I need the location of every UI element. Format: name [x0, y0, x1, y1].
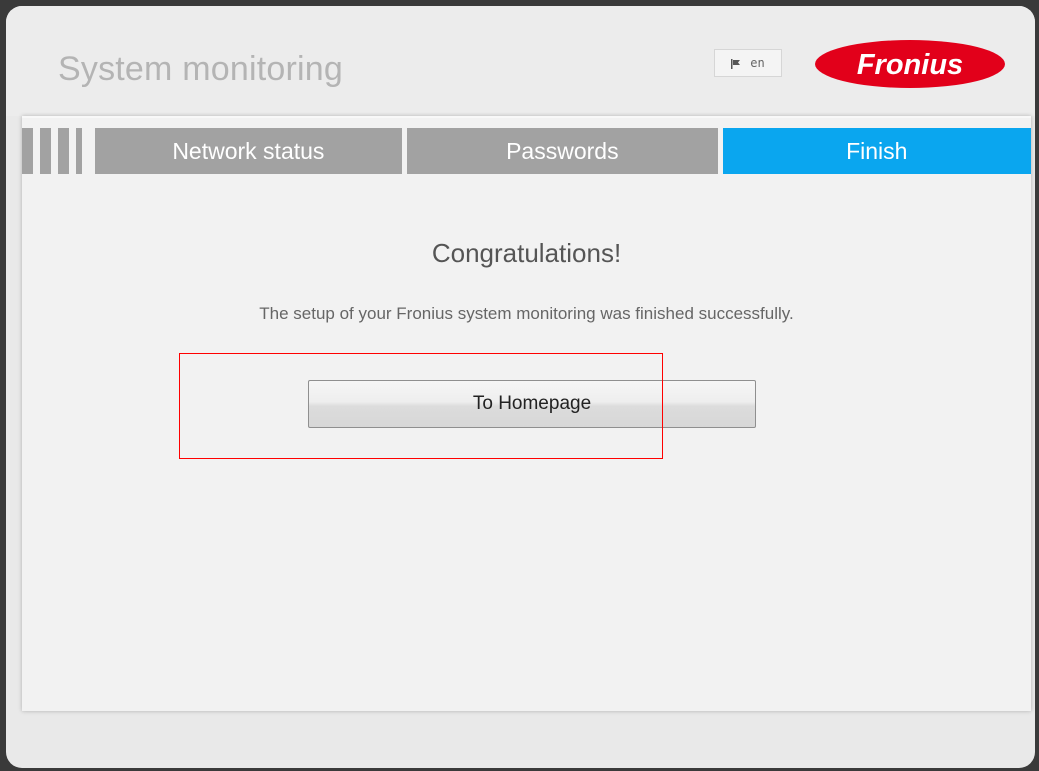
flag-icon: [731, 58, 741, 69]
wizard-stepper: Network status Passwords Finish: [22, 128, 1032, 174]
stripe-decoration: [76, 128, 82, 174]
logo-text: Fronius: [857, 49, 963, 81]
congratulations-heading: Congratulations!: [431, 238, 622, 268]
stripe-decoration: [40, 128, 51, 174]
header: System monitoring en Fronius: [6, 6, 1035, 116]
window-frame: System monitoring en Fronius Network sta…: [6, 6, 1035, 768]
fronius-logo[interactable]: Fronius: [814, 39, 1006, 89]
step-label: Finish: [846, 137, 908, 164]
app-title: System monitoring: [58, 50, 343, 88]
stripe-decoration: [58, 128, 69, 174]
step-label: Network status: [172, 137, 325, 164]
language-code: en: [750, 56, 765, 70]
step-label: Passwords: [506, 137, 619, 164]
language-selector[interactable]: en: [714, 49, 782, 77]
success-message: The setup of your Fronius system monitor…: [259, 304, 794, 323]
step-network-status[interactable]: Network status: [94, 128, 403, 174]
to-homepage-button[interactable]: To Homepage: [308, 380, 756, 428]
step-finish[interactable]: Finish: [722, 128, 1032, 174]
stripe-decoration: [22, 128, 33, 174]
step-passwords[interactable]: Passwords: [407, 128, 718, 174]
stepper-stripes: [22, 128, 95, 174]
main-panel: Network status Passwords Finish Congratu…: [22, 116, 1032, 711]
